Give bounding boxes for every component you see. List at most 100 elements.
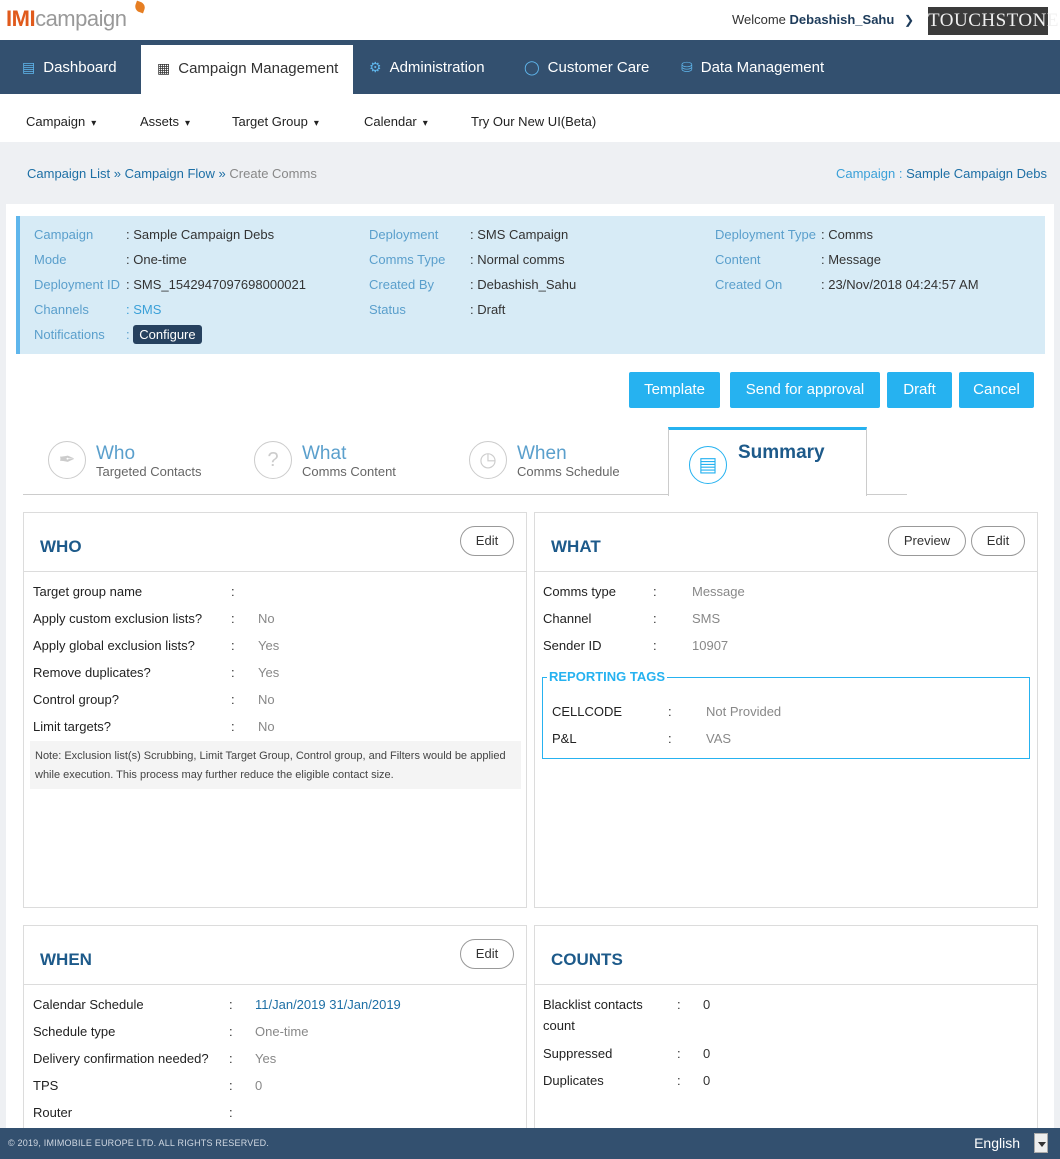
who-custom-exclusion-label: Apply custom exclusion lists? [33,611,203,626]
counts-blacklist-value: 0 [703,997,711,1012]
clock-icon: ◷ [469,441,507,479]
who-control-group-label: Control group? [33,692,119,707]
breadcrumb-bar: Campaign List » Campaign Flow » Create C… [0,142,1060,204]
flow-tabs: ✒ Who Targeted Contacts ? What Comms Con… [23,427,907,496]
user-menu[interactable]: Welcome Debashish_Sahu ❯ [732,12,914,27]
tab-summary[interactable]: ▤ Summary [668,427,867,496]
tab-who[interactable]: ✒ Who Targeted Contacts [48,427,248,495]
list-document-icon: ▤ [689,446,727,484]
who-note: Note: Exclusion list(s) Scrubbing, Limit… [30,741,521,789]
colon: : [653,584,657,599]
who-card: WHO Edit Target group name: Apply custom… [23,512,527,908]
what-card-header: WHAT Preview Edit [535,513,1037,572]
subnav-calendar-label: Calendar [364,114,417,129]
info-content-value: : Message [821,252,881,267]
info-created-on-label: Created On [715,277,783,292]
info-content-label: Content [715,252,761,267]
what-edit-button[interactable]: Edit [971,526,1025,556]
counts-duplicates-value: 0 [703,1073,711,1088]
colon: : [231,584,235,599]
when-delivery-confirmation-value: Yes [255,1051,277,1066]
when-card-header: WHEN Edit [24,926,526,985]
counts-suppressed-value: 0 [703,1046,711,1061]
tab-when-title: When [517,443,567,464]
nav-customer-care-label: Customer Care [547,59,650,76]
database-icon: ⛁ [681,59,693,75]
touchstone-logo: TOUCHSTONE [928,7,1058,35]
configure-button[interactable]: Configure [133,325,202,344]
welcome-text: Welcome [731,12,786,27]
tag-pl-label: P&L [552,731,577,746]
counts-duplicates-label: Duplicates [543,1073,604,1088]
reporting-tags-box: REPORTING TAGS CELLCODE: Not Provided P&L… [542,669,1030,759]
nav-dashboard[interactable]: ▤ Dashboard [22,40,117,94]
tag-cellcode-value: Not Provided [706,704,782,719]
language-select[interactable]: English [974,1135,1020,1151]
colon: : [231,719,235,734]
colon: : [677,1073,681,1088]
info-deployment-id-label: Deployment ID [34,277,120,292]
subnav-new-ui-beta[interactable]: Try Our New UI(Beta) [471,94,596,149]
info-comms-type-label: Comms Type [369,252,446,267]
when-calendar-schedule-value[interactable]: 11/Jan/2019 31/Jan/2019 [255,997,401,1012]
info-mode-value: : One-time [126,252,187,267]
colon: : [229,1024,233,1039]
who-card-header: WHO Edit [24,513,526,572]
when-edit-button[interactable]: Edit [460,939,514,969]
headset-icon: ◯ [524,59,540,75]
what-preview-button[interactable]: Preview [888,526,966,556]
info-mode-label: Mode [34,252,67,267]
colon: : [668,731,672,746]
counts-blacklist-label: Blacklist contacts [543,997,643,1012]
colon: : [653,638,657,653]
tab-what[interactable]: ? What Comms Content [254,427,454,495]
cancel-button[interactable]: Cancel [959,372,1034,408]
colon: : [653,611,657,626]
colon: : [229,1051,233,1066]
send-for-approval-button[interactable]: Send for approval [730,372,880,408]
tab-summary-title: Summary [738,442,825,463]
info-comms-type-value: : Normal comms [470,252,565,267]
who-global-exclusion-label: Apply global exclusion lists? [33,638,195,653]
nav-data-management[interactable]: ⛁ Data Management [681,40,824,94]
info-created-by-value: : Debashish_Sahu [470,277,577,292]
double-chevron-down-icon: ▾ [422,118,428,129]
who-edit-button[interactable]: Edit [460,526,514,556]
colon: : [231,665,235,680]
tab-when[interactable]: ◷ When Comms Schedule [469,427,669,495]
breadcrumb-campaign-flow[interactable]: Campaign Flow [125,166,215,181]
current-campaign-prefix: Campaign : [835,166,903,181]
nav-campaign-management[interactable]: ▦ Campaign Management [141,45,353,94]
language-dropdown-icon[interactable] [1034,1133,1048,1153]
when-title: WHEN [40,950,92,969]
who-limit-targets-value: No [258,719,275,734]
what-title: WHAT [551,537,601,556]
when-card: WHEN Edit Calendar Schedule: 11/Jan/2019 … [23,925,527,1135]
nav-administration[interactable]: ⚙ Administration [369,40,485,94]
when-router-label: Router [33,1105,73,1120]
breadcrumb-campaign-list[interactable]: Campaign List [27,166,110,181]
when-schedule-type-value: One-time [255,1024,309,1039]
main-content: Campaign : Sample Campaign Debs Mode : O… [6,204,1054,1135]
counts-blacklist-label-line2: count [543,1018,575,1033]
tab-who-title: Who [96,443,136,464]
pen-icon: ✒ [48,441,86,479]
document-icon: ▦ [157,60,171,76]
tag-pl-value: VAS [706,731,732,746]
tab-who-subtitle: Targeted Contacts [96,464,202,479]
when-calendar-schedule-label: Calendar Schedule [33,997,144,1012]
info-deployment-label: Deployment [369,227,439,242]
colon: : [231,692,235,707]
template-button[interactable]: Template [629,372,720,408]
counts-card-header: COUNTS [535,926,1037,985]
what-channel-value: SMS [692,611,721,626]
nav-customer-care[interactable]: ◯ Customer Care [524,40,649,94]
counts-title: COUNTS [551,950,623,969]
footer: © 2019, IMIMOBILE EUROPE LTD. ALL RIGHTS… [0,1128,1060,1159]
imicampaign-logo[interactable]: IMIcampaign [6,0,147,32]
who-target-group-label: Target group name [33,584,143,599]
what-comms-type-value: Message [692,584,745,599]
draft-button[interactable]: Draft [887,372,952,408]
info-campaign-value: : Sample Campaign Debs [126,227,275,242]
tab-what-subtitle: Comms Content [302,464,396,479]
